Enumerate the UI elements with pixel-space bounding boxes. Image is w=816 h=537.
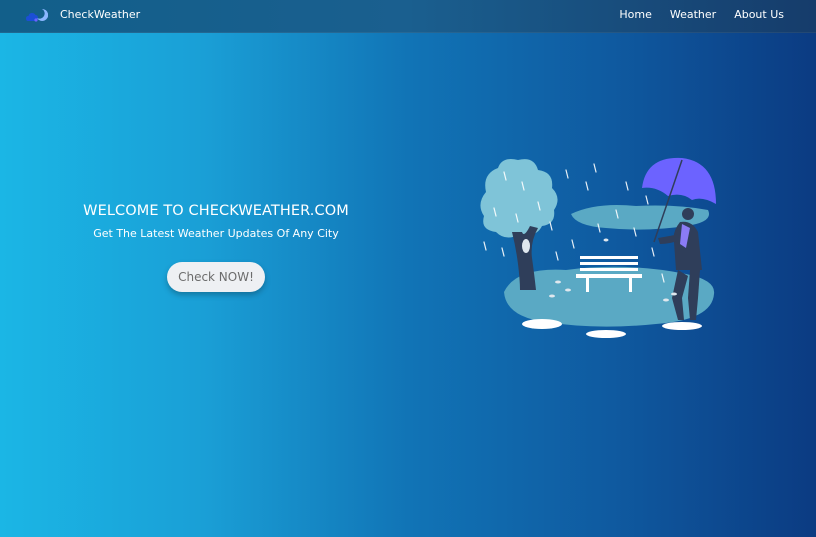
hero-title: WELCOME TO CHECKWEATHER.COM bbox=[83, 203, 349, 219]
hero-text: WELCOME TO CHECKWEATHER.COM Get The Late… bbox=[70, 203, 362, 240]
nav-links: Home Weather About Us bbox=[619, 8, 784, 21]
cloud-moon-icon bbox=[24, 7, 48, 25]
hero-subtitle: Get The Latest Weather Updates Of Any Ci… bbox=[93, 227, 339, 240]
check-now-button[interactable]: Check NOW! bbox=[167, 262, 265, 292]
nav-link-home[interactable]: Home bbox=[619, 8, 651, 21]
rainy-park-illustration bbox=[476, 152, 722, 344]
navbar: CheckWeather Home Weather About Us bbox=[0, 0, 816, 33]
nav-link-weather[interactable]: Weather bbox=[670, 8, 716, 21]
brand[interactable]: CheckWeather bbox=[24, 6, 140, 26]
brand-name: CheckWeather bbox=[60, 8, 141, 21]
nav-link-about-us[interactable]: About Us bbox=[734, 8, 784, 21]
